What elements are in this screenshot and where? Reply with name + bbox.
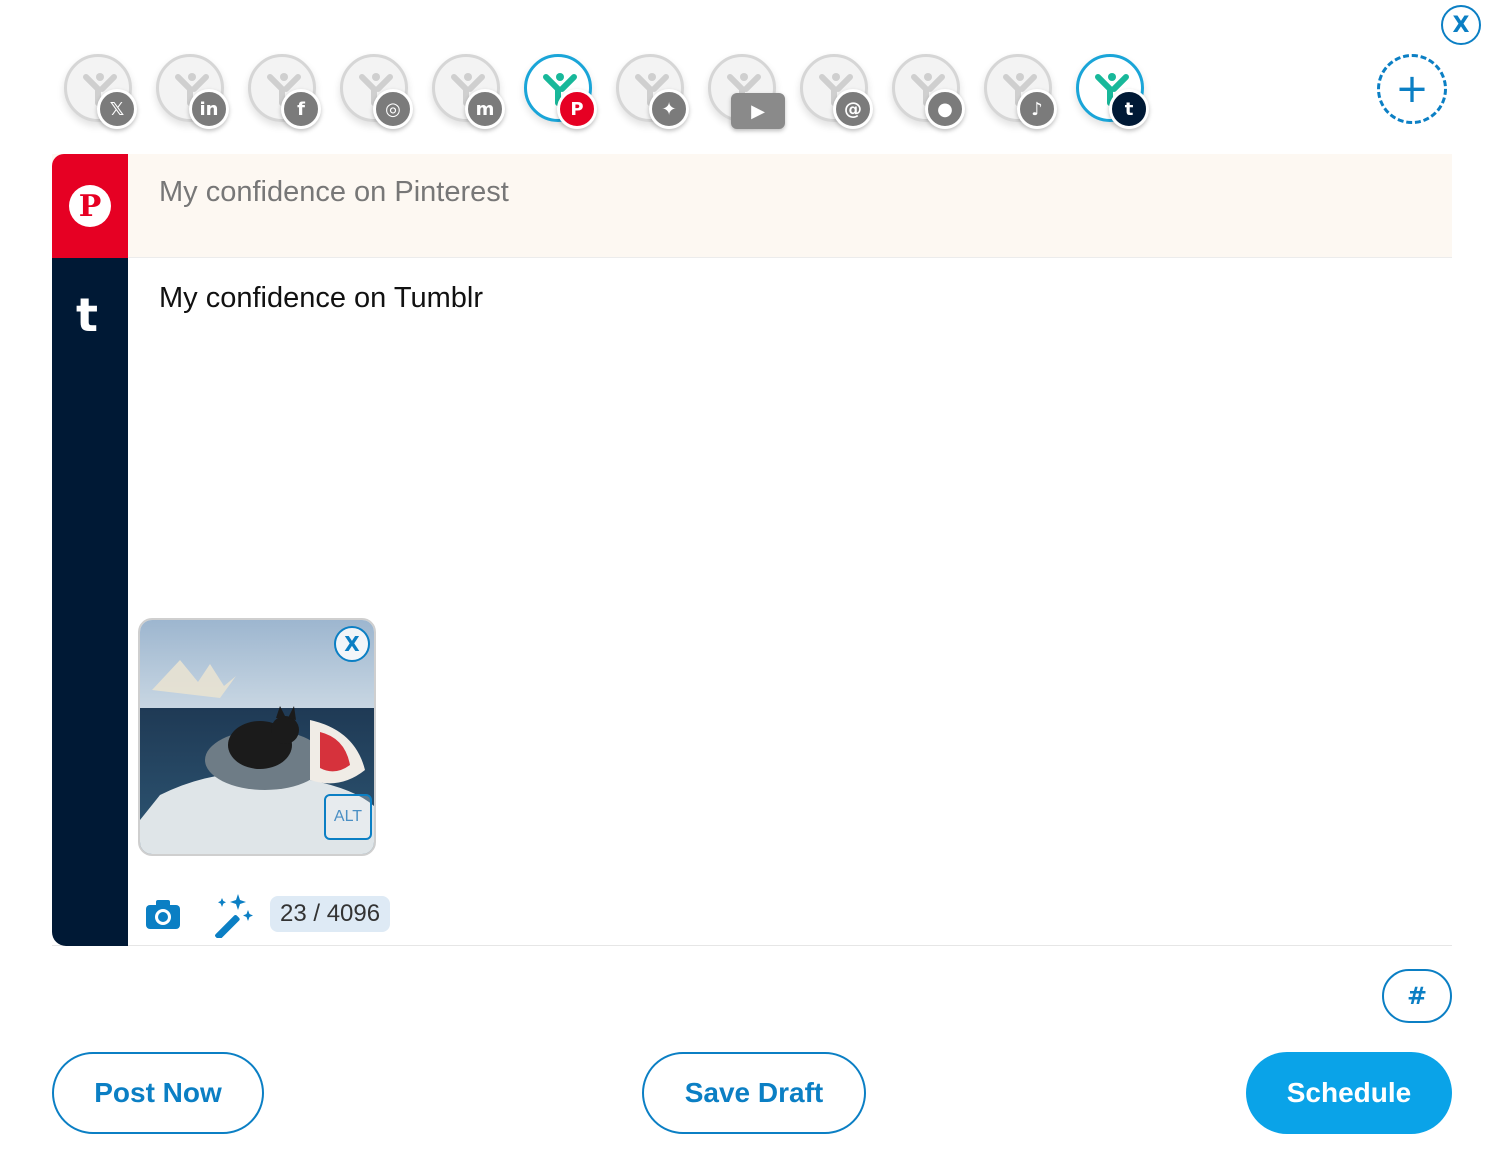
save-draft-button[interactable]: Save Draft (642, 1052, 866, 1134)
tumblr-post-text[interactable]: My confidence on Tumblr (159, 282, 483, 315)
instagram-logo-icon: ◎ (373, 89, 413, 129)
pinterest-logo-icon: P (557, 89, 597, 129)
post-now-button[interactable]: Post Now (52, 1052, 264, 1134)
pinterest-sidebar: P (52, 154, 128, 258)
tumblr-logo-icon: t (76, 288, 98, 342)
pinterest-post-row[interactable]: P My confidence on Pinterest (52, 154, 1452, 258)
tumblr-post-row: t My confidence on Tumblr X ALT 23 / 409… (52, 258, 1452, 946)
account-selector: 𝕏 in f ◎ m P ✦ ▶ @ ● ♪ t (64, 54, 1164, 144)
account-avatar-facebook[interactable]: f (248, 54, 321, 129)
media-thumbnail[interactable]: X ALT (138, 618, 376, 856)
camera-icon[interactable] (144, 897, 182, 931)
account-avatar-tumblr[interactable]: t (1076, 54, 1149, 129)
schedule-button[interactable]: Schedule (1246, 1052, 1452, 1134)
linkedin-logo-icon: in (189, 89, 229, 129)
close-dialog-button[interactable]: X (1441, 5, 1481, 45)
account-avatar-linkedin[interactable]: in (156, 54, 229, 129)
hashtag-button[interactable]: # (1382, 969, 1452, 1023)
alt-text-button[interactable]: ALT (324, 794, 372, 840)
tumblr-logo-icon: t (1109, 89, 1149, 129)
character-counter: 23 / 4096 (270, 896, 391, 932)
facebook-logo-icon: f (281, 89, 321, 129)
x-logo-icon: 𝕏 (97, 89, 137, 129)
account-avatar-bluesky[interactable]: ✦ (616, 54, 689, 129)
post-toolbar: 23 / 4096 (144, 894, 391, 938)
pinterest-post-text[interactable]: My confidence on Pinterest (159, 176, 509, 209)
account-avatar-instagram[interactable]: ◎ (340, 54, 413, 129)
account-avatar-mastodon[interactable]: m (432, 54, 505, 129)
account-avatar-tiktok[interactable]: ♪ (984, 54, 1057, 129)
account-avatar-pinterest[interactable]: P (524, 54, 597, 129)
patreon-logo-icon: ● (925, 89, 965, 129)
account-avatar-youtube[interactable]: ▶ (708, 54, 785, 129)
account-avatar-threads[interactable]: @ (800, 54, 873, 129)
magic-wand-icon[interactable] (208, 890, 256, 938)
threads-logo-icon: @ (833, 89, 873, 129)
add-account-button[interactable]: + (1377, 54, 1447, 124)
account-avatar-patreon[interactable]: ● (892, 54, 965, 129)
account-avatar-x[interactable]: 𝕏 (64, 54, 137, 129)
bluesky-logo-icon: ✦ (649, 89, 689, 129)
tiktok-logo-icon: ♪ (1017, 89, 1057, 129)
mastodon-logo-icon: m (465, 89, 505, 129)
remove-media-button[interactable]: X (334, 626, 370, 662)
youtube-logo-icon: ▶ (731, 93, 785, 129)
pinterest-logo-icon: P (69, 185, 111, 227)
tumblr-sidebar: t (52, 258, 128, 946)
